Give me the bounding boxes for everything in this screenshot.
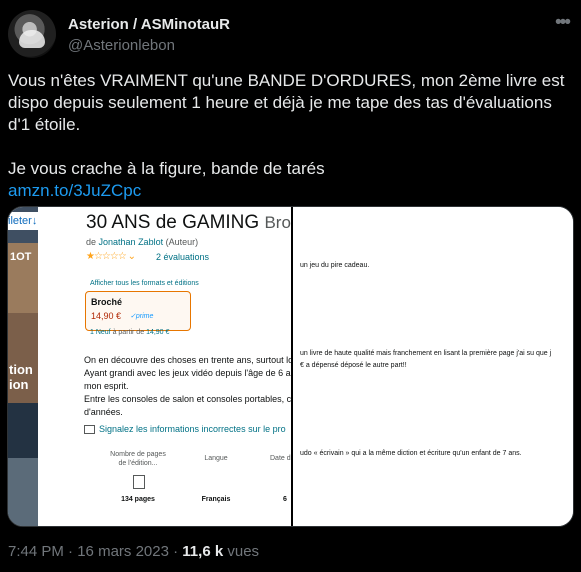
report-link: Signalez les informations incorrectes su… <box>84 424 286 435</box>
cover-top-text: ileter↓ <box>8 212 38 230</box>
formats-link: Afficher tous les formats et éditions <box>90 280 199 287</box>
format-box: Broché 14,90 € ✓prime <box>85 291 191 331</box>
more-options-icon[interactable]: ••• <box>555 12 571 34</box>
format-price: 14,90 € <box>91 311 122 321</box>
views-count: 11,6 k <box>182 543 224 560</box>
tweet-date[interactable]: 16 mars 2023 <box>77 543 169 560</box>
pages-label: Nombre de pages <box>110 451 166 458</box>
format-label: Broché <box>91 297 123 307</box>
cover-title-text: tion ion <box>9 362 33 392</box>
tweet-line: dispo depuis seulement 1 heure et déjà j… <box>8 93 552 112</box>
language-label: Langue <box>204 455 228 462</box>
cover-mid-text: 1OT <box>10 251 32 263</box>
prime-badge: ✓prime <box>130 313 154 320</box>
display-name[interactable]: Asterion / ASMinotauR <box>68 16 230 33</box>
product-author: de Jonathan Zablot (Auteur) <box>86 237 199 247</box>
new-offer: 1 Neuf à partir de 14,90 € <box>90 329 170 336</box>
tweet-text: Vous n'êtes VRAIMENT qu'une BANDE D'ORDU… <box>8 70 573 202</box>
language-value: Français <box>201 496 231 503</box>
tweet-line: Je vous crache à la figure, bande de tar… <box>8 159 325 178</box>
product-description: On en découvre des choses en trente ans,… <box>84 355 297 417</box>
tweet-link[interactable]: amzn.to/3JuZCpc <box>8 180 573 202</box>
review-text: € a dépensé déposé le autre part!! <box>300 362 407 369</box>
tweet-header: Asterion / ASMinotauR @Asterionlebon ••• <box>8 8 573 60</box>
review-text: udo « écrivain » qui a la même diction e… <box>300 450 522 457</box>
review-text: un livre de haute qualité mais francheme… <box>300 350 552 357</box>
avatar[interactable] <box>8 10 56 58</box>
pages-label-2: de l'édition... <box>118 460 158 467</box>
author-link: Jonathan Zablot <box>98 237 164 247</box>
user-handle[interactable]: @Asterionlebon <box>68 37 175 54</box>
book-cover-fragment: ileter↓ 1OT tion ion <box>8 207 38 526</box>
tweet-time[interactable]: 7:44 PM <box>8 543 64 560</box>
tweet-line: d'1 étoile. <box>8 115 81 134</box>
pages-icon <box>133 475 145 489</box>
amazon-product-panel: 30 ANS de GAMING Broché de Jonathan Zabl… <box>38 207 318 526</box>
report-icon <box>84 425 95 435</box>
reviews-panel: un jeu du pire cadeau. un livre de haute… <box>293 207 573 526</box>
tweet-line: Vous n'êtes VRAIMENT qu'une BANDE D'ORDU… <box>8 71 565 90</box>
product-title: 30 ANS de GAMING Broché <box>86 212 318 233</box>
review-text: un jeu du pire cadeau. <box>300 262 370 269</box>
pages-value: 134 pages <box>121 496 155 503</box>
product-details: Nombre de pages de l'édition... Langue D… <box>110 451 300 511</box>
tweet-meta: 7:44 PM · 16 mars 2023 · 11,6 k vues <box>8 543 260 560</box>
tweet-image[interactable]: ileter↓ 1OT tion ion 30 ANS de GAMING Br… <box>7 206 574 527</box>
views-label: vues <box>227 543 260 560</box>
star-rating: ★☆☆☆☆ ⌄ <box>86 251 136 262</box>
rating-count: 2 évaluations <box>156 252 210 262</box>
